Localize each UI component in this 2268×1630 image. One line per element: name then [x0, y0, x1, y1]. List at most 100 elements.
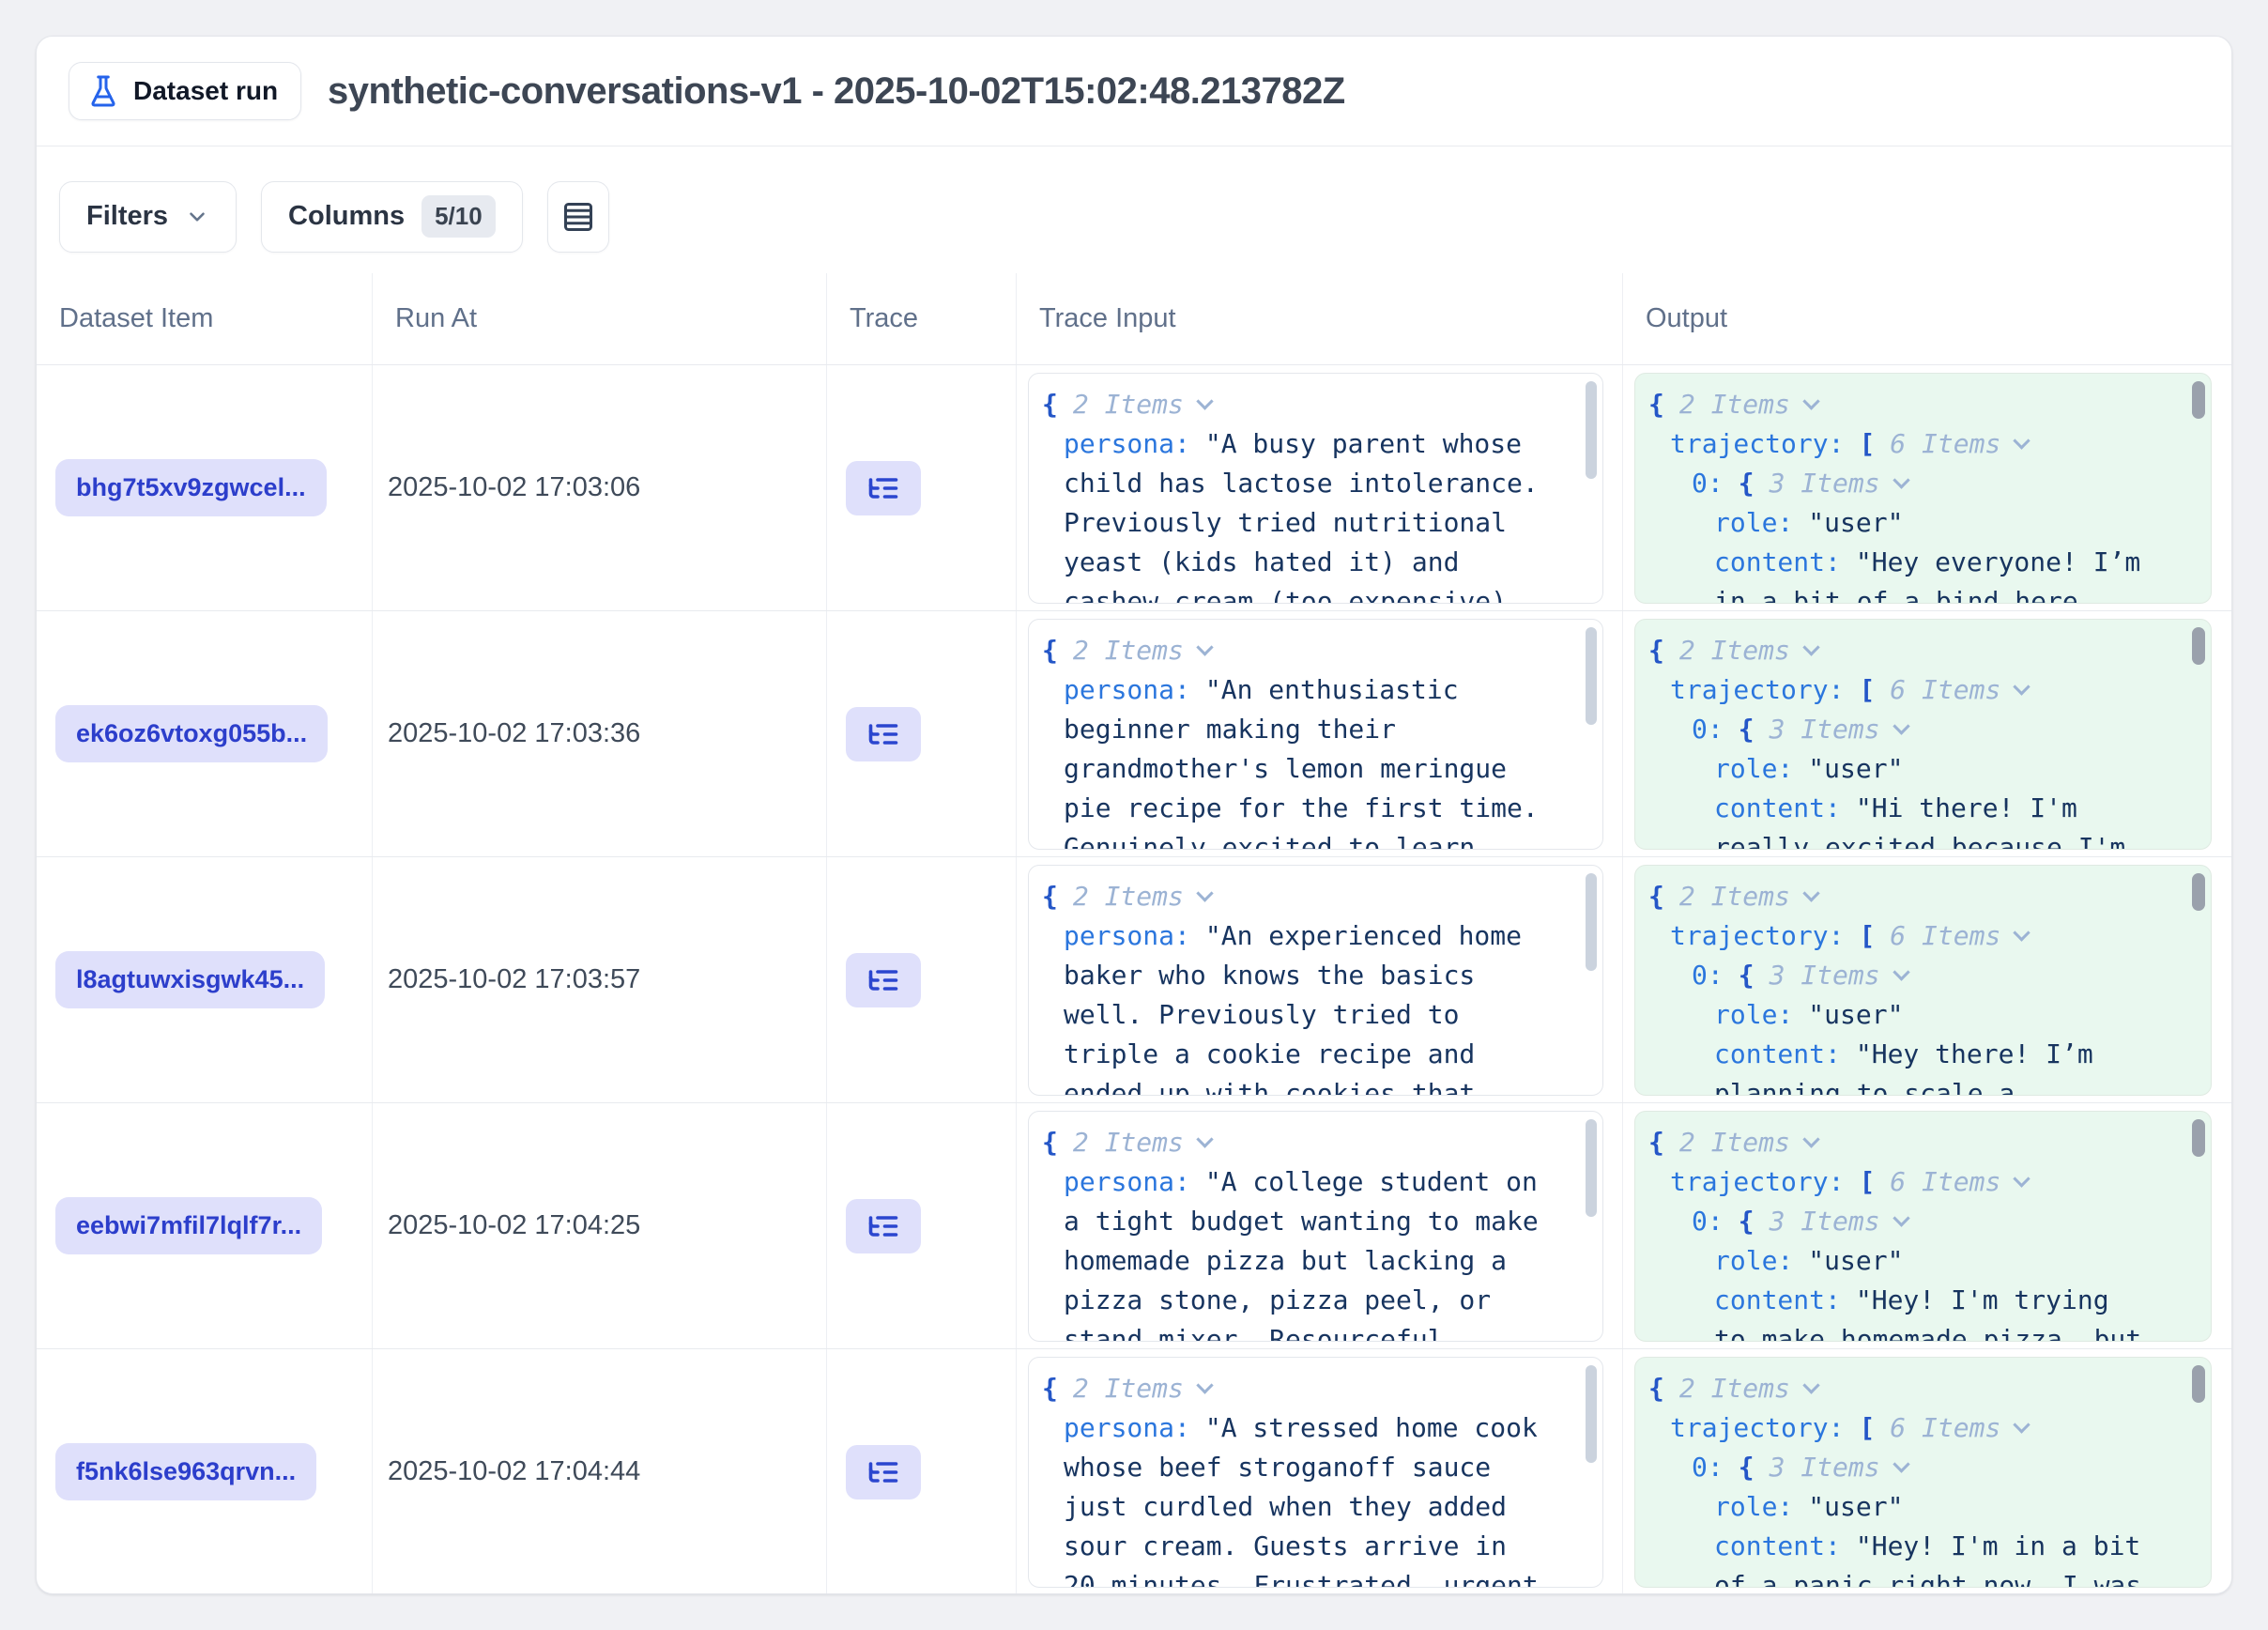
trace-button[interactable] [846, 1199, 921, 1253]
row-height-button[interactable] [547, 181, 609, 253]
trace-button[interactable] [846, 707, 921, 761]
table-row: bhg7t5xv9zgwcel... 2025-10-02 17:03:06 {… [37, 365, 2231, 611]
chevron-down-icon[interactable] [1893, 963, 1909, 980]
chevron-down-icon[interactable] [2014, 678, 2030, 695]
scrollbar-thumb[interactable] [2192, 1119, 2205, 1157]
output-json-viewer[interactable]: {2 Items trajectory:[6 Items 0:{3 Items … [1634, 619, 2212, 850]
trace-button[interactable] [846, 1445, 921, 1499]
scrollbar-thumb[interactable] [2192, 873, 2205, 911]
json-key-content: content: [1714, 546, 1841, 577]
trace-cell [827, 365, 1017, 610]
json-items-count: 2 Items [1679, 1127, 1790, 1158]
json-key-persona: persona: [1064, 674, 1190, 705]
toolbar: Filters Columns 5/10 [37, 146, 2231, 273]
json-key-index: 0: [1692, 1452, 1724, 1483]
json-key-index: 0: [1692, 960, 1724, 991]
chevron-down-icon[interactable] [1802, 392, 1819, 409]
json-key-role: role: [1714, 507, 1793, 538]
chevron-down-icon[interactable] [2014, 924, 2030, 941]
rows-icon [561, 200, 595, 234]
scrollbar-thumb[interactable] [1586, 873, 1597, 971]
dataset-item-badge[interactable]: eebwi7mfil7lqlf7r... [55, 1197, 322, 1254]
json-string-value: "user" [1808, 1491, 1903, 1522]
chevron-down-icon[interactable] [2014, 1416, 2030, 1433]
columns-button[interactable]: Columns 5/10 [261, 181, 523, 253]
json-open-brace: { [1648, 1127, 1664, 1158]
dataset-item-cell: bhg7t5xv9zgwcel... [37, 365, 373, 610]
chevron-down-icon [185, 205, 209, 229]
chevron-down-icon[interactable] [1802, 638, 1819, 655]
json-items-count: 2 Items [1073, 1373, 1184, 1404]
scrollbar-thumb[interactable] [1586, 1365, 1597, 1463]
trace-input-json-viewer[interactable]: {2 Items persona:"An experienced home ba… [1028, 865, 1603, 1096]
scrollbar-thumb[interactable] [1586, 1119, 1597, 1217]
trace-input-cell: {2 Items persona:"A busy parent whose ch… [1017, 365, 1623, 610]
chevron-down-icon[interactable] [1893, 1455, 1909, 1472]
chevron-down-icon[interactable] [1196, 1130, 1213, 1147]
json-open-brace: { [1739, 960, 1755, 991]
json-key-role: role: [1714, 1245, 1793, 1276]
trace-cell [827, 1349, 1017, 1594]
chevron-down-icon[interactable] [2014, 432, 2030, 449]
json-items-count: 3 Items [1770, 1452, 1880, 1483]
json-items-count: 6 Items [1890, 428, 2000, 459]
trace-input-json-viewer[interactable]: {2 Items persona:"A college student on a… [1028, 1111, 1603, 1342]
json-items-count: 6 Items [1890, 920, 2000, 951]
trace-button[interactable] [846, 953, 921, 1007]
list-tree-icon [866, 717, 900, 751]
chevron-down-icon[interactable] [1802, 1130, 1819, 1147]
chevron-down-icon[interactable] [1802, 1376, 1819, 1393]
table-body: bhg7t5xv9zgwcel... 2025-10-02 17:03:06 {… [37, 365, 2231, 1594]
trace-button[interactable] [846, 461, 921, 515]
column-header-trace-input: Trace Input [1017, 273, 1623, 364]
chevron-down-icon[interactable] [1196, 884, 1213, 901]
chevron-down-icon[interactable] [1893, 471, 1909, 488]
json-key-index: 0: [1692, 714, 1724, 745]
dataset-item-badge[interactable]: l8agtuwxisgwk45... [55, 951, 325, 1008]
json-items-count: 3 Items [1770, 1206, 1880, 1237]
output-cell: {2 Items trajectory:[6 Items 0:{3 Items … [1623, 611, 2231, 856]
scrollbar-thumb[interactable] [2192, 381, 2205, 419]
chevron-down-icon[interactable] [1893, 717, 1909, 734]
trace-input-json-viewer[interactable]: {2 Items persona:"A stressed home cook w… [1028, 1357, 1603, 1588]
table-row: ek6oz6vtoxg055b... 2025-10-02 17:03:36 {… [37, 611, 2231, 857]
chevron-down-icon[interactable] [1196, 638, 1213, 655]
chevron-down-icon[interactable] [1196, 1376, 1213, 1393]
dataset-item-badge[interactable]: bhg7t5xv9zgwcel... [55, 459, 327, 516]
json-open-brace: { [1648, 635, 1664, 666]
json-string-value: "user" [1808, 753, 1903, 784]
run-at-value: 2025-10-02 17:04:25 [388, 1210, 640, 1241]
dataset-item-badge[interactable]: f5nk6lse963qrvn... [55, 1443, 316, 1500]
output-json-viewer[interactable]: {2 Items trajectory:[6 Items 0:{3 Items … [1634, 865, 2212, 1096]
output-cell: {2 Items trajectory:[6 Items 0:{3 Items … [1623, 1349, 2231, 1594]
filters-button[interactable]: Filters [59, 181, 237, 253]
output-json-viewer[interactable]: {2 Items trajectory:[6 Items 0:{3 Items … [1634, 1357, 2212, 1588]
output-cell: {2 Items trajectory:[6 Items 0:{3 Items … [1623, 1103, 2231, 1348]
run-at-value: 2025-10-02 17:04:44 [388, 1456, 640, 1487]
dataset-item-cell: eebwi7mfil7lqlf7r... [37, 1103, 373, 1348]
scrollbar-thumb[interactable] [1586, 627, 1597, 725]
json-items-count: 3 Items [1770, 468, 1880, 499]
output-json-viewer[interactable]: {2 Items trajectory:[6 Items 0:{3 Items … [1634, 373, 2212, 604]
chevron-down-icon[interactable] [1802, 884, 1819, 901]
scrollbar-thumb[interactable] [2192, 1365, 2205, 1403]
trace-input-json-viewer[interactable]: {2 Items persona:"A busy parent whose ch… [1028, 373, 1603, 604]
trace-input-json-viewer[interactable]: {2 Items persona:"An enthusiastic beginn… [1028, 619, 1603, 850]
scrollbar-thumb[interactable] [2192, 627, 2205, 665]
json-key-trajectory: trajectory: [1670, 428, 1844, 459]
run-at-value: 2025-10-02 17:03:06 [388, 472, 640, 503]
json-open-brace: { [1648, 1373, 1664, 1404]
json-open-bracket: [ [1859, 674, 1875, 705]
json-key-trajectory: trajectory: [1670, 1166, 1844, 1197]
dataset-item-badge[interactable]: ek6oz6vtoxg055b... [55, 705, 328, 762]
json-string-value: "user" [1808, 1245, 1903, 1276]
chevron-down-icon[interactable] [1893, 1209, 1909, 1226]
chevron-down-icon[interactable] [2014, 1170, 2030, 1187]
json-key-trajectory: trajectory: [1670, 920, 1844, 951]
chevron-down-icon[interactable] [1196, 392, 1213, 409]
column-header-run-at: Run At [373, 273, 827, 364]
output-json-viewer[interactable]: {2 Items trajectory:[6 Items 0:{3 Items … [1634, 1111, 2212, 1342]
scrollbar-thumb[interactable] [1586, 381, 1597, 479]
json-items-count: 2 Items [1679, 635, 1790, 666]
dataset-run-badge: Dataset run [69, 62, 301, 120]
